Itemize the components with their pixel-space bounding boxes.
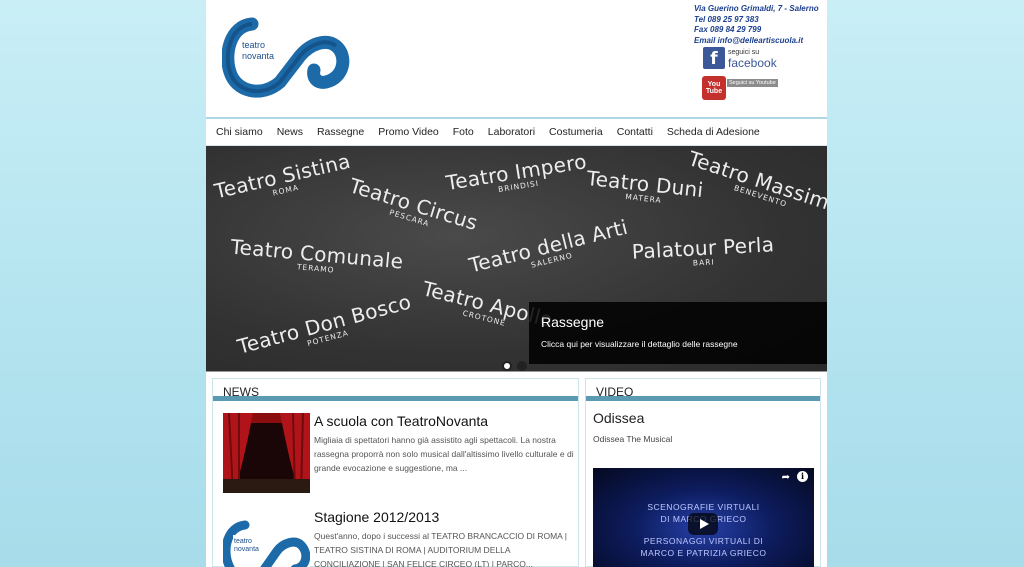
news-panel: NEWS A scuola con TeatroNovanta Migliaia… bbox=[212, 378, 579, 567]
address-text: Via Guerino Grimaldi, 7 - Salerno bbox=[694, 4, 819, 13]
chalk-theatre: Teatro Impero BRINDISI bbox=[444, 149, 589, 196]
youtube-icon: You Tube bbox=[702, 76, 726, 100]
email-link[interactable]: Email info@delleartiscuola.it bbox=[694, 36, 819, 47]
main-nav: Chi siamo News Rassegne Promo Video Foto… bbox=[206, 117, 827, 146]
slider-dot-2[interactable] bbox=[517, 361, 527, 371]
facebook-icon: f bbox=[703, 47, 725, 69]
tel-text: Tel 089 25 97 383 bbox=[694, 14, 759, 24]
chalk-theatre: Palatour Perla BARI bbox=[631, 232, 775, 268]
nav-rassegne[interactable]: Rassegne bbox=[311, 126, 370, 138]
nav-promo-video[interactable]: Promo Video bbox=[372, 126, 445, 138]
theatre-curtain-image bbox=[223, 413, 310, 493]
news-title[interactable]: Stagione 2012/2013 bbox=[314, 509, 574, 525]
caption-text: Clicca qui per visualizzare il dettaglio… bbox=[541, 339, 738, 349]
fax-text: Fax 089 84 29 799 bbox=[694, 25, 762, 34]
youtube-tag: Seguici su Youtube bbox=[727, 79, 778, 87]
video-subtitle: Odissea The Musical bbox=[593, 434, 673, 444]
page-container: teatro novanta Via Guerino Grimaldi, 7 -… bbox=[206, 0, 827, 567]
svg-text:teatro: teatro bbox=[234, 538, 252, 545]
teatronovanta-logo[interactable]: teatro novanta bbox=[222, 16, 352, 100]
video-title[interactable]: Odissea bbox=[586, 401, 820, 430]
chalk-theatre: Teatro Don Bosco POTENZA bbox=[234, 289, 414, 359]
chalk-theatre: Teatro della Arti SALERNO bbox=[466, 214, 631, 278]
caption-title: Rassegne bbox=[541, 314, 605, 330]
svg-text:novanta: novanta bbox=[242, 51, 274, 61]
svg-text:novanta: novanta bbox=[234, 546, 259, 553]
news-excerpt: Migliaia di spettatori hanno già assisti… bbox=[314, 435, 574, 473]
youtube-player[interactable]: ➦ i SCENOGRAFIE VIRTUALI DI MARCO GRIECO… bbox=[593, 468, 814, 567]
nav-contatti[interactable]: Contatti bbox=[611, 126, 659, 138]
slider-pagination bbox=[502, 361, 527, 371]
slider-caption[interactable]: Rassegne Clicca qui per visualizzare il … bbox=[529, 302, 827, 364]
video-heading: VIDEO bbox=[586, 379, 820, 401]
image-slider[interactable]: Teatro Sistina ROMA Teatro Circus PESCARA … bbox=[206, 146, 827, 372]
nav-scheda-adesione[interactable]: Scheda di Adesione bbox=[661, 126, 766, 138]
svg-text:teatro: teatro bbox=[242, 40, 265, 50]
player-caption-1: SCENOGRAFIE VIRTUALI bbox=[647, 502, 760, 512]
news-excerpt: Quest'anno, dopo i successi al TEATRO BR… bbox=[314, 531, 567, 567]
youtube-link[interactable]: You Tube Seguici su Youtube bbox=[702, 76, 778, 100]
info-icon[interactable]: i bbox=[797, 471, 808, 482]
facebook-line2: facebook bbox=[728, 56, 777, 70]
contact-info: Via Guerino Grimaldi, 7 - Salerno Tel 08… bbox=[694, 4, 819, 46]
share-icon[interactable]: ➦ bbox=[782, 472, 790, 483]
nav-news[interactable]: News bbox=[271, 126, 309, 138]
chalk-theatre: Teatro Comunale TERAMO bbox=[229, 234, 405, 275]
facebook-link[interactable]: f seguici su facebook bbox=[703, 47, 777, 69]
video-panel: VIDEO Odissea Odissea The Musical ➦ i SC… bbox=[585, 378, 821, 567]
nav-chi-siamo[interactable]: Chi siamo bbox=[210, 126, 269, 138]
player-caption-4: MARCO E PATRIZIA GRIECO bbox=[640, 548, 767, 558]
player-caption-3: PERSONAGGI VIRTUALI DI bbox=[643, 536, 764, 546]
nav-foto[interactable]: Foto bbox=[447, 126, 480, 138]
nav-laboratori[interactable]: Laboratori bbox=[482, 126, 541, 138]
header: teatro novanta Via Guerino Grimaldi, 7 -… bbox=[206, 0, 827, 117]
play-button[interactable] bbox=[688, 513, 718, 535]
nav-costumeria[interactable]: Costumeria bbox=[543, 126, 609, 138]
teatronovanta-logo-thumb: teatro novanta bbox=[223, 509, 310, 567]
chalk-theatre: Teatro Massimo BENEVENTO bbox=[685, 146, 827, 219]
slider-dot-1[interactable] bbox=[502, 361, 512, 371]
news-title[interactable]: A scuola con TeatroNovanta bbox=[314, 413, 574, 429]
news-heading: NEWS bbox=[213, 379, 578, 401]
chalk-theatre: Teatro Sistina ROMA bbox=[212, 148, 353, 204]
